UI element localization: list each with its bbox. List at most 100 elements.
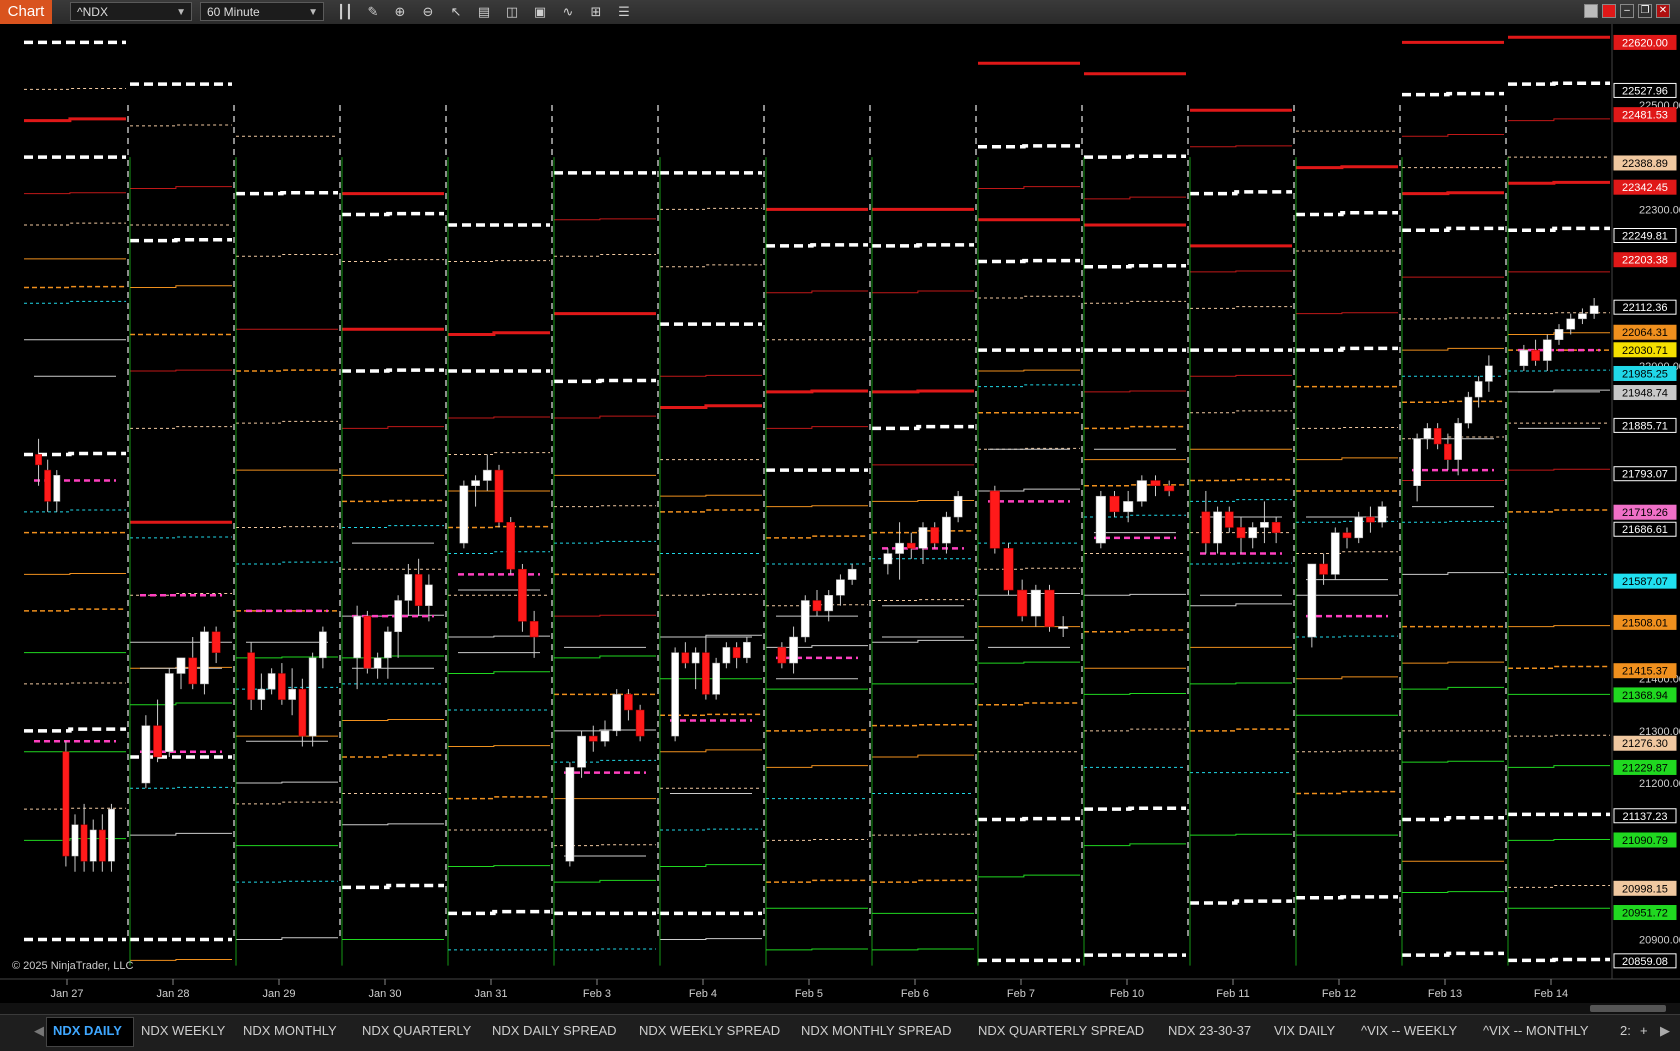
candle-body bbox=[373, 657, 382, 669]
tab-ndx-daily[interactable]: NDX DAILY bbox=[53, 1023, 122, 1038]
candle-body bbox=[1319, 563, 1328, 575]
price-marker-label: 21686.61 bbox=[1622, 524, 1668, 536]
template-icon[interactable]: ◫ bbox=[503, 3, 521, 21]
candle-body bbox=[1354, 516, 1364, 539]
properties-icon[interactable]: ▤ bbox=[475, 3, 493, 21]
price-marker-label: 22527.96 bbox=[1622, 85, 1668, 97]
price-marker-label: 21793.07 bbox=[1622, 469, 1668, 481]
tab-vix-monthly[interactable]: ^VIX -- MONTHLY bbox=[1483, 1023, 1589, 1038]
candle-body bbox=[1464, 396, 1473, 424]
pencil-icon[interactable]: ✎ bbox=[364, 3, 382, 21]
time-axis-label: Feb 5 bbox=[795, 988, 823, 1000]
candle-body bbox=[1589, 305, 1599, 314]
candle-body bbox=[989, 490, 1000, 549]
price-chart[interactable]: 22500.0022300.0022000.0021400.0021300.00… bbox=[0, 24, 1680, 1003]
candle-body bbox=[1519, 349, 1529, 367]
data-box-icon[interactable]: ▣ bbox=[531, 3, 549, 21]
price-marker-label: 21276.30 bbox=[1622, 738, 1668, 750]
candle-body bbox=[942, 516, 951, 544]
candle-body bbox=[836, 579, 845, 596]
window-color-icon[interactable] bbox=[1602, 4, 1616, 18]
candle-body bbox=[600, 730, 610, 742]
tab-ndx-quarterly-spread[interactable]: NDX QUARTERLY SPREAD bbox=[978, 1023, 1144, 1038]
candle-body bbox=[777, 647, 787, 664]
candle-body bbox=[71, 824, 79, 857]
candle-body bbox=[108, 808, 115, 862]
candle-body bbox=[188, 657, 198, 685]
restore-button[interactable]: ❐ bbox=[1638, 4, 1652, 18]
level-line bbox=[1402, 191, 1504, 196]
axis-tick-label: 20900.00 bbox=[1639, 934, 1680, 946]
zoom-in-icon[interactable]: ⊕ bbox=[391, 3, 409, 21]
tab-ndx-quarterly[interactable]: NDX QUARTERLY bbox=[362, 1023, 471, 1038]
candle-body bbox=[1030, 589, 1041, 617]
price-marker-label: 22030.71 bbox=[1622, 345, 1668, 357]
candle-body bbox=[404, 574, 413, 601]
price-marker-label: 22388.89 bbox=[1622, 158, 1668, 170]
candle-body bbox=[482, 469, 492, 481]
price-marker-label: 21948.74 bbox=[1622, 388, 1668, 400]
time-axis-label: Feb 13 bbox=[1428, 988, 1462, 1000]
candle-body bbox=[1164, 485, 1175, 492]
list-icon[interactable]: ☰ bbox=[615, 3, 633, 21]
scrollbar-thumb[interactable] bbox=[1590, 1005, 1666, 1012]
candle-body bbox=[824, 595, 834, 612]
time-axis-label: Feb 14 bbox=[1534, 988, 1568, 1000]
cursor-icon[interactable]: ↖ bbox=[447, 3, 465, 21]
candle-body bbox=[319, 631, 327, 659]
candle-body bbox=[35, 454, 42, 466]
candle-body bbox=[1136, 480, 1147, 502]
tab-overflow[interactable]: 2: bbox=[1620, 1023, 1631, 1038]
candle-body bbox=[577, 735, 586, 768]
candle-body bbox=[1578, 313, 1587, 320]
tab-scroll-right-icon[interactable]: ▶ bbox=[1660, 1023, 1670, 1039]
price-marker-label: 20951.72 bbox=[1622, 908, 1668, 920]
tab-vix-weekly[interactable]: ^VIX -- WEEKLY bbox=[1361, 1023, 1457, 1038]
strategies-icon[interactable]: ⊞ bbox=[587, 3, 605, 21]
candle-body bbox=[62, 751, 70, 857]
price-marker-label: 21719.26 bbox=[1622, 507, 1668, 519]
candle-body bbox=[211, 631, 221, 653]
candle-body bbox=[1248, 527, 1258, 539]
zoom-out-icon[interactable]: ⊖ bbox=[419, 3, 437, 21]
bar-type-icon[interactable]: ┃┃ bbox=[336, 3, 354, 21]
axis-tick-label: 21200.00 bbox=[1639, 778, 1680, 790]
tab-ndx-monthly[interactable]: NDX MONTHLY bbox=[243, 1023, 337, 1038]
candle-body bbox=[588, 735, 598, 742]
add-tab-icon[interactable]: + bbox=[1640, 1023, 1648, 1038]
candle-body bbox=[80, 824, 88, 862]
time-axis-label: Feb 11 bbox=[1216, 988, 1249, 1000]
tab-ndx-daily-spread[interactable]: NDX DAILY SPREAD bbox=[492, 1023, 617, 1038]
indicators-icon[interactable]: ∿ bbox=[559, 3, 577, 21]
tab-scroll-left-icon[interactable]: ◀ bbox=[34, 1023, 44, 1039]
price-marker-label: 22481.53 bbox=[1622, 110, 1668, 122]
candle-body bbox=[384, 631, 392, 659]
price-marker-label: 22112.36 bbox=[1622, 302, 1667, 314]
candle-body bbox=[98, 829, 106, 862]
window-theme-icon[interactable] bbox=[1584, 4, 1598, 18]
candle-body bbox=[1413, 438, 1421, 486]
close-button[interactable]: ✕ bbox=[1656, 4, 1670, 18]
candle-body bbox=[671, 652, 679, 737]
instrument-selector[interactable]: ^NDX ▼ bbox=[70, 2, 192, 21]
time-axis-label: Feb 4 bbox=[689, 988, 717, 1000]
tab-vix-daily[interactable]: VIX DAILY bbox=[1274, 1023, 1335, 1038]
minimize-button[interactable]: – bbox=[1620, 4, 1634, 18]
chevron-down-icon: ▼ bbox=[176, 7, 186, 18]
tab-ndx-weekly-spread[interactable]: NDX WEEKLY SPREAD bbox=[639, 1023, 780, 1038]
chart-scrollbar[interactable] bbox=[0, 1003, 1680, 1014]
interval-selector[interactable]: 60 Minute ▼ bbox=[200, 2, 324, 21]
candle-body bbox=[712, 662, 720, 695]
candle-body bbox=[1444, 443, 1452, 460]
tab-ndx-weekly[interactable]: NDX WEEKLY bbox=[141, 1023, 225, 1038]
candle-body bbox=[459, 485, 469, 544]
time-axis-label: Jan 31 bbox=[474, 988, 507, 1000]
candle-body bbox=[906, 542, 916, 549]
candle-body bbox=[702, 652, 710, 695]
candle-body bbox=[1433, 428, 1442, 445]
chart-menu-button[interactable]: Chart bbox=[0, 0, 52, 24]
candle-body bbox=[722, 647, 731, 664]
tab-ndx-monthly-spread[interactable]: NDX MONTHLY SPREAD bbox=[801, 1023, 952, 1038]
level-line bbox=[872, 389, 974, 394]
tab-ndx-23-30-37[interactable]: NDX 23-30-37 bbox=[1168, 1023, 1251, 1038]
